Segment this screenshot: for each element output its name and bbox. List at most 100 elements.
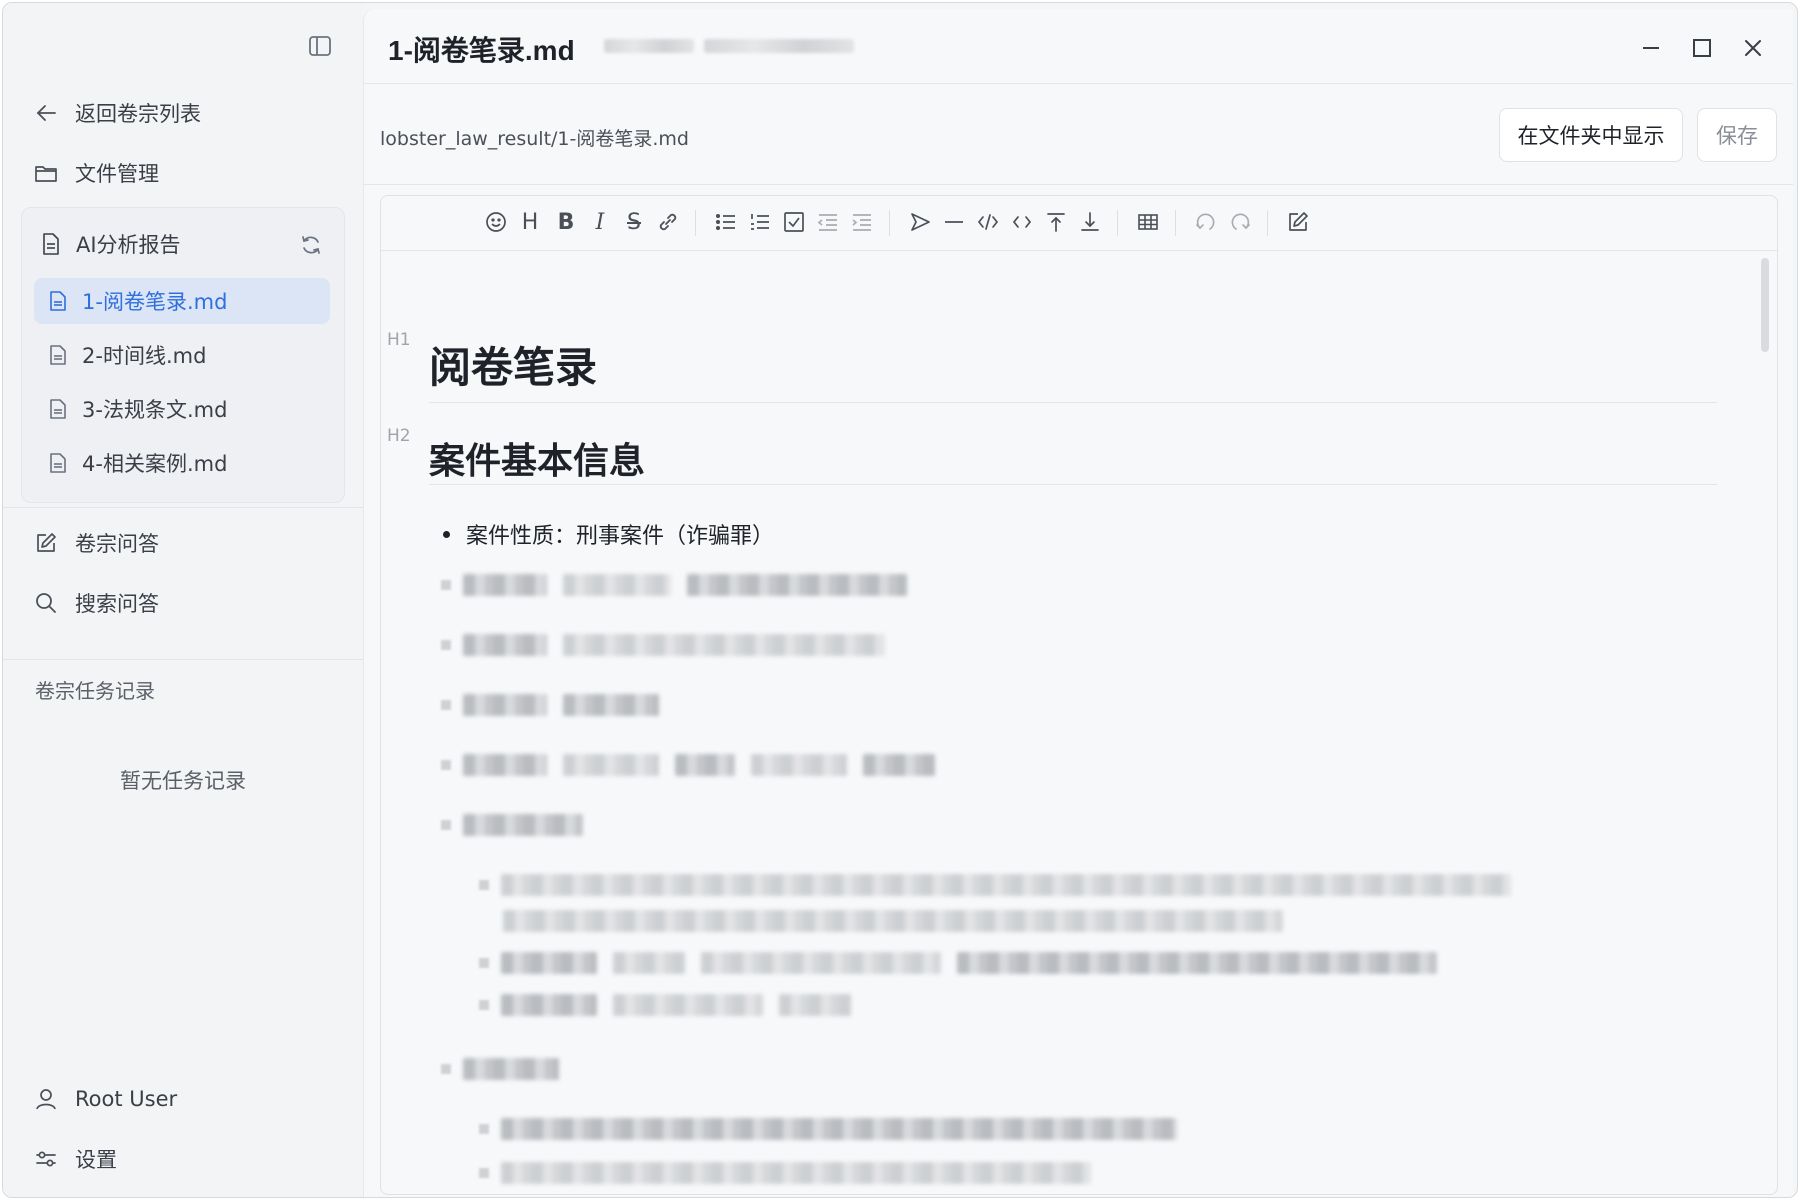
- title-bar: 1-阅卷笔录.md: [364, 9, 1793, 84]
- report-file-item[interactable]: 1-阅卷笔录.md: [34, 278, 330, 324]
- sidebar-divider: [3, 659, 363, 660]
- list-item-text: 案件性质：刑事案件（诈骗罪）: [466, 524, 775, 549]
- redacted-list-item: [441, 754, 951, 776]
- editor-toolbar: H B I S: [381, 196, 1777, 251]
- heading-icon[interactable]: H: [515, 207, 545, 237]
- strike-icon[interactable]: S: [619, 207, 649, 237]
- ai-report-panel: AI分析报告 1-阅卷笔录.md 2-时间线.md 3-法规条文.md 4-相关…: [21, 207, 345, 503]
- search-qa-nav[interactable]: 搜索问答: [33, 585, 159, 621]
- list-item: 案件性质：刑事案件（诈骗罪）: [443, 518, 774, 550]
- file-icon: [46, 451, 70, 475]
- minimize-icon[interactable]: [1634, 31, 1668, 65]
- redacted-sub-item: [479, 952, 1453, 974]
- user-icon: [33, 1086, 59, 1112]
- indent-icon[interactable]: [847, 207, 877, 237]
- redacted-sub-item: [479, 1162, 1107, 1184]
- redacted-list-item: [441, 574, 923, 596]
- ai-report-header[interactable]: AI分析报告: [38, 226, 330, 262]
- arrow-left-icon: [33, 100, 59, 126]
- redo-icon[interactable]: [1225, 207, 1255, 237]
- italic-icon[interactable]: I: [585, 207, 615, 237]
- close-icon[interactable]: [1736, 31, 1770, 65]
- sidebar-divider: [3, 507, 363, 508]
- refresh-icon[interactable]: [298, 232, 324, 258]
- bullet-dot: [443, 530, 450, 538]
- search-icon: [33, 590, 59, 616]
- redacted-sub-item: [479, 994, 867, 1016]
- heading-rule: [429, 402, 1717, 403]
- file-label: 4-相关案例.md: [82, 452, 228, 476]
- inline-code-icon[interactable]: [1007, 207, 1037, 237]
- link-icon[interactable]: [653, 207, 683, 237]
- document-h1: 阅卷笔录: [429, 343, 598, 392]
- file-title: 1-阅卷笔录.md: [388, 35, 575, 66]
- file-icon: [46, 343, 70, 367]
- bold-icon[interactable]: B: [551, 207, 581, 237]
- insert-before-icon[interactable]: [1041, 207, 1071, 237]
- report-file-item[interactable]: 4-相关案例.md: [34, 440, 330, 486]
- report-file-item[interactable]: 3-法规条文.md: [34, 386, 330, 432]
- sidebar-toggle-icon[interactable]: [305, 31, 335, 61]
- tasks-section-label: 卷宗任务记录: [35, 679, 155, 703]
- save-button[interactable]: 保存: [1697, 108, 1777, 162]
- settings-label: 设置: [75, 1148, 117, 1172]
- redacted-text: [704, 39, 854, 53]
- ordered-list-icon[interactable]: [745, 207, 775, 237]
- heading-level-tag: H1: [387, 330, 411, 350]
- toolbar-separator: [1117, 210, 1118, 236]
- bullet-list-icon[interactable]: [711, 207, 741, 237]
- heading-rule: [429, 484, 1717, 485]
- back-label: 返回卷宗列表: [75, 102, 201, 126]
- heading-level-tag: H2: [387, 426, 411, 446]
- back-to-case-list[interactable]: 返回卷宗列表: [33, 95, 201, 131]
- redacted-sub-item: [503, 910, 1299, 932]
- maximize-icon[interactable]: [1685, 31, 1719, 65]
- markdown-editor[interactable]: H B I S H1 阅卷笔录 H2 案件基本信息 案件性质：刑事案件（诈骗罪）: [380, 195, 1778, 1195]
- path-bar: lobster_law_result/1-阅卷笔录.md 在文件夹中显示 保存: [364, 84, 1793, 185]
- redacted-list-item: [441, 814, 599, 836]
- table-icon[interactable]: [1133, 207, 1163, 237]
- toolbar-separator: [695, 210, 696, 236]
- case-qa-nav[interactable]: 卷宗问答: [33, 525, 159, 561]
- file-icon: [46, 397, 70, 421]
- redacted-text: [604, 39, 694, 53]
- search-label: 搜索问答: [75, 592, 159, 616]
- files-label: 文件管理: [75, 162, 159, 186]
- sidebar: 返回卷宗列表 文件管理 AI分析报告 1-阅卷笔录.md 2-时间线.md 3-…: [3, 3, 363, 1197]
- toolbar-separator: [1267, 210, 1268, 236]
- file-icon: [46, 289, 70, 313]
- edit-square-icon: [33, 530, 59, 556]
- file-label: 2-时间线.md: [82, 344, 207, 368]
- folder-icon: [33, 160, 59, 186]
- emoji-icon[interactable]: [481, 207, 511, 237]
- tasks-empty-text: 暂无任务记录: [120, 769, 246, 793]
- qa-label: 卷宗问答: [75, 532, 159, 556]
- main-panel: 1-阅卷笔录.md lobster_law_result/1-阅卷笔录.md 在…: [363, 9, 1793, 1197]
- toolbar-separator: [1175, 210, 1176, 236]
- user-account[interactable]: Root User: [33, 1081, 177, 1117]
- sliders-icon: [33, 1146, 59, 1172]
- checklist-icon[interactable]: [779, 207, 809, 237]
- hr-icon[interactable]: [939, 207, 969, 237]
- toolbar-separator: [889, 210, 890, 236]
- app-window: 返回卷宗列表 文件管理 AI分析报告 1-阅卷笔录.md 2-时间线.md 3-…: [2, 2, 1798, 1198]
- settings-nav[interactable]: 设置: [33, 1141, 117, 1177]
- outdent-icon[interactable]: [813, 207, 843, 237]
- document-h2: 案件基本信息: [429, 441, 646, 482]
- file-management-nav[interactable]: 文件管理: [33, 155, 159, 191]
- edit-mode-icon[interactable]: [1283, 207, 1313, 237]
- undo-icon[interactable]: [1191, 207, 1221, 237]
- show-in-folder-button[interactable]: 在文件夹中显示: [1499, 108, 1683, 162]
- document-icon: [38, 231, 64, 257]
- report-file-item[interactable]: 2-时间线.md: [34, 332, 330, 378]
- insert-after-icon[interactable]: [1075, 207, 1105, 237]
- quote-icon[interactable]: [905, 207, 935, 237]
- ai-report-title: AI分析报告: [76, 233, 181, 257]
- file-path: lobster_law_result/1-阅卷笔录.md: [380, 128, 689, 150]
- code-block-icon[interactable]: [973, 207, 1003, 237]
- file-label: 1-阅卷笔录.md: [82, 290, 228, 314]
- redacted-list-item: [441, 634, 901, 656]
- redacted-list-item: [441, 694, 675, 716]
- redacted-sub-item: [479, 1118, 1193, 1140]
- document-content: H1 阅卷笔录 H2 案件基本信息 案件性质：刑事案件（诈骗罪）: [381, 252, 1777, 1192]
